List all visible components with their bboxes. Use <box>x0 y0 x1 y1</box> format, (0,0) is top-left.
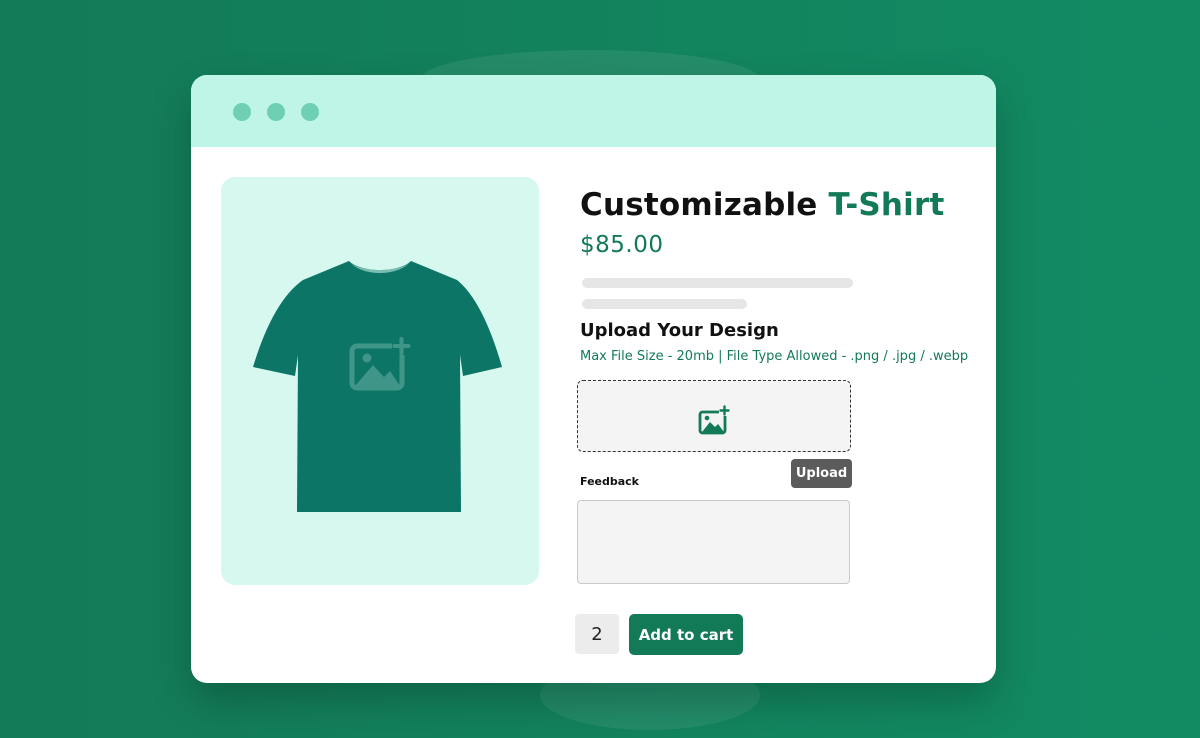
product-image <box>221 177 539 585</box>
product-title-main: Customizable <box>580 187 818 223</box>
window-dot[interactable] <box>233 103 251 121</box>
window-dot[interactable] <box>301 103 319 121</box>
description-placeholder-line <box>582 278 853 288</box>
product-title-accent: T-Shirt <box>828 187 945 223</box>
feedback-label: Feedback <box>580 475 639 488</box>
upload-hint: Max File Size - 20mb | File Type Allowed… <box>580 349 969 364</box>
window-titlebar <box>191 75 996 147</box>
description-placeholder-line <box>582 299 747 309</box>
tshirt-icon <box>253 261 502 512</box>
feedback-input[interactable] <box>577 500 850 584</box>
browser-window: Customizable T-Shirt $85.00 Upload Your … <box>191 75 996 683</box>
add-to-cart-button[interactable]: Add to cart <box>629 614 743 655</box>
upload-heading: Upload Your Design <box>580 320 779 341</box>
quantity-input[interactable]: 2 <box>575 614 619 654</box>
product-price: $85.00 <box>580 232 664 258</box>
upload-button[interactable]: Upload <box>791 459 852 488</box>
image-add-icon <box>698 405 730 435</box>
product-title: Customizable T-Shirt <box>580 187 945 223</box>
upload-dropzone[interactable] <box>577 380 851 452</box>
window-dot[interactable] <box>267 103 285 121</box>
